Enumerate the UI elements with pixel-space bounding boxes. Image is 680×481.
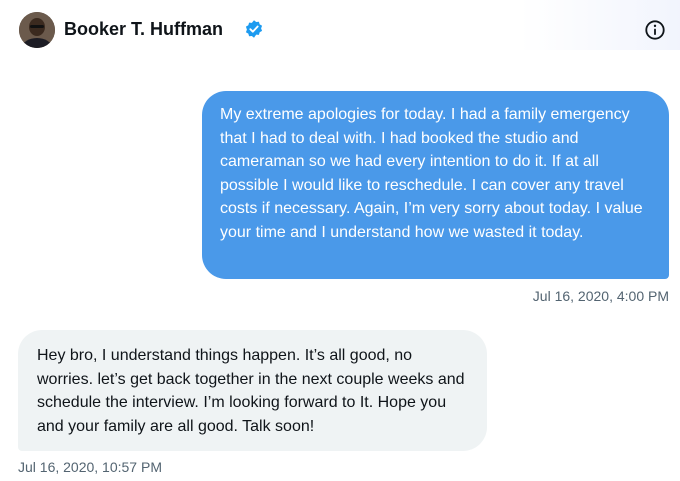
verified-badge-icon xyxy=(245,20,263,38)
avatar[interactable] xyxy=(19,12,55,48)
avatar-image xyxy=(19,12,55,48)
outgoing-message-timestamp: Jul 16, 2020, 4:00 PM xyxy=(532,288,669,304)
conversation-header: Booker T. Huffman xyxy=(0,0,680,58)
contact-name[interactable]: Booker T. Huffman xyxy=(64,18,223,40)
outgoing-message-bubble[interactable]: My extreme apologies for today. I had a … xyxy=(202,91,669,279)
incoming-message-timestamp: Jul 16, 2020, 10:57 PM xyxy=(18,459,162,475)
incoming-message-bubble[interactable]: Hey bro, I understand things happen. It’… xyxy=(18,330,487,451)
info-icon[interactable] xyxy=(644,19,666,41)
